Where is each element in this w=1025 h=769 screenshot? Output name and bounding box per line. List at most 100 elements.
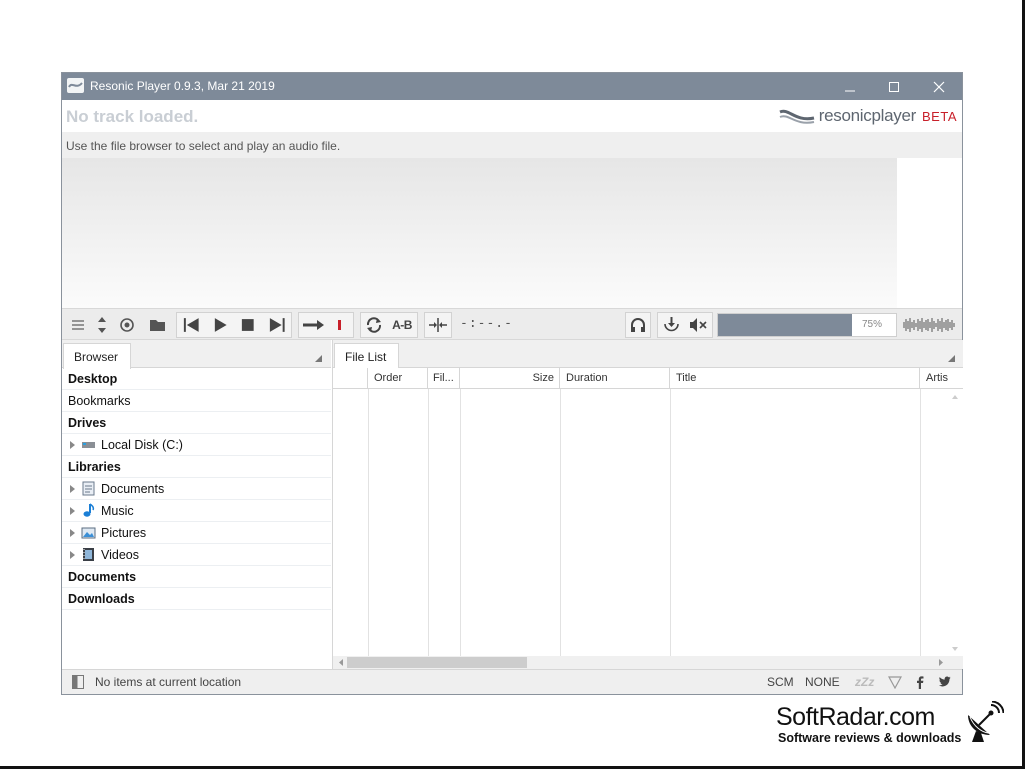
tree-item-downloads[interactable]: Downloads — [62, 588, 331, 610]
tab-file-list[interactable]: File List — [334, 343, 399, 369]
panel-toggle-icon[interactable] — [72, 675, 84, 689]
watermark-title: SoftRadar.com — [776, 703, 935, 731]
scroll-down-icon[interactable] — [947, 643, 963, 655]
twitter-icon[interactable] — [939, 676, 951, 687]
mini-waveform-icon — [903, 318, 955, 332]
close-icon — [933, 81, 945, 92]
resonic-wave-icon — [779, 109, 815, 124]
reorder-button[interactable] — [94, 312, 110, 338]
target-button[interactable] — [116, 312, 138, 338]
expand-arrow-icon[interactable] — [70, 485, 75, 493]
column-divider — [560, 389, 561, 656]
continue-group — [298, 312, 354, 338]
tree-item-desktop[interactable]: Desktop — [62, 368, 331, 390]
filter-icon[interactable] — [888, 676, 902, 689]
volume-label: 75% — [861, 319, 882, 330]
minimize-icon — [845, 90, 855, 91]
next-icon[interactable] — [263, 313, 292, 337]
column-header-file[interactable]: Fil... — [428, 368, 460, 389]
volume-slider[interactable]: 75% — [717, 313, 897, 337]
tree-item-label: Desktop — [68, 372, 118, 386]
expand-arrow-icon[interactable] — [70, 529, 75, 537]
tree-item-label: Documents — [101, 482, 165, 496]
pane-resize-icon[interactable] — [948, 355, 955, 362]
menu-button[interactable] — [68, 312, 88, 338]
track-title: No track loaded. — [66, 107, 199, 126]
tree-item-bookmarks[interactable]: Bookmarks — [62, 390, 331, 412]
minimize-button[interactable] — [828, 73, 872, 100]
scroll-left-icon[interactable] — [335, 656, 347, 669]
open-folder-button[interactable] — [146, 312, 168, 338]
waveform-side-panel — [897, 158, 962, 308]
maximize-icon — [889, 81, 899, 92]
tree-item-local-disk-c[interactable]: Local Disk (C:) — [62, 434, 331, 456]
record-marker-icon[interactable] — [327, 313, 353, 337]
music-note-icon — [83, 503, 95, 517]
output-group — [657, 312, 713, 338]
sleep-timer-button[interactable]: zZz — [855, 675, 874, 689]
status-bar: No items at current location SCM NONE zZ… — [62, 669, 962, 694]
track-header: No track loaded. resonicplayer BETA — [62, 100, 962, 132]
scroll-thumb[interactable] — [347, 657, 527, 668]
info-bar: Use the file browser to select and play … — [62, 132, 962, 158]
continue-arrow-icon[interactable] — [299, 313, 327, 337]
pane-resize-icon[interactable] — [315, 355, 322, 362]
tree-item-libraries[interactable]: Libraries — [62, 456, 331, 478]
browser-pane: Browser Desktop Bookmarks Drives Local Disk… — [62, 340, 331, 669]
tab-browser[interactable]: Browser — [63, 343, 131, 369]
column-divider — [428, 389, 429, 656]
tree-item-label: Bookmarks — [68, 394, 131, 408]
maximize-button[interactable] — [872, 73, 916, 100]
close-button[interactable] — [917, 73, 961, 100]
column-divider — [368, 389, 369, 656]
tree-item-label: Pictures — [101, 526, 147, 540]
tree-item-pictures[interactable]: Pictures — [62, 522, 331, 544]
previous-icon[interactable] — [177, 313, 206, 337]
column-header-title[interactable]: Title — [670, 368, 920, 389]
tree-item-documents[interactable]: Documents — [62, 566, 331, 588]
column-header-select[interactable] — [333, 368, 368, 389]
facebook-icon[interactable] — [916, 676, 924, 689]
scrub-button[interactable] — [424, 312, 452, 338]
vertical-scrollbar[interactable] — [947, 389, 963, 656]
scroll-up-icon[interactable] — [947, 391, 963, 403]
expand-arrow-icon[interactable] — [70, 507, 75, 515]
download-icon[interactable] — [658, 313, 685, 337]
file-list-tabstrip: File List — [333, 340, 963, 369]
watermark-subtitle: Software reviews & downloads — [778, 731, 962, 745]
column-header-duration[interactable]: Duration — [560, 368, 670, 389]
column-divider — [670, 389, 671, 656]
column-header-size[interactable]: Size — [460, 368, 560, 389]
volume-fill — [718, 314, 852, 336]
satellite-dish-icon — [968, 701, 1004, 742]
play-icon[interactable] — [206, 313, 235, 337]
videos-icon — [83, 548, 94, 561]
stop-icon[interactable] — [234, 313, 263, 337]
scrub-icon — [429, 318, 447, 332]
loop-icon[interactable] — [361, 313, 387, 337]
column-header-order[interactable]: Order — [368, 368, 428, 389]
target-icon — [120, 318, 134, 332]
tree-item-documents[interactable]: Documents — [62, 478, 331, 500]
mute-icon[interactable] — [685, 313, 712, 337]
tree-item-videos[interactable]: Videos — [62, 544, 331, 566]
transport-toolbar: A-B -:--.- 75% — [62, 308, 962, 340]
tree-item-drives[interactable]: Drives — [62, 412, 331, 434]
column-header-artist[interactable]: Artis — [920, 368, 950, 389]
softradar-watermark: SoftRadar.com Software reviews & downloa… — [776, 701, 1006, 748]
waveform-display[interactable] — [62, 158, 897, 308]
none-indicator[interactable]: NONE — [805, 675, 840, 689]
horizontal-scrollbar[interactable] — [333, 656, 963, 669]
expand-arrow-icon[interactable] — [70, 551, 75, 559]
expand-arrow-icon[interactable] — [70, 441, 75, 449]
reorder-icon — [98, 317, 106, 333]
title-bar[interactable]: Resonic Player 0.9.3, Mar 21 2019 — [62, 73, 962, 100]
ab-repeat-icon[interactable]: A-B — [387, 318, 417, 332]
headphones-button[interactable] — [625, 312, 651, 338]
file-list-pane: File List Order Fil... Size Duration Tit… — [332, 340, 963, 669]
scm-indicator[interactable]: SCM — [767, 675, 794, 689]
tree-item-music[interactable]: Music — [62, 500, 331, 522]
scroll-right-icon[interactable] — [935, 656, 947, 669]
browser-tabstrip: Browser — [62, 340, 331, 369]
tree-item-label: Downloads — [68, 592, 135, 606]
